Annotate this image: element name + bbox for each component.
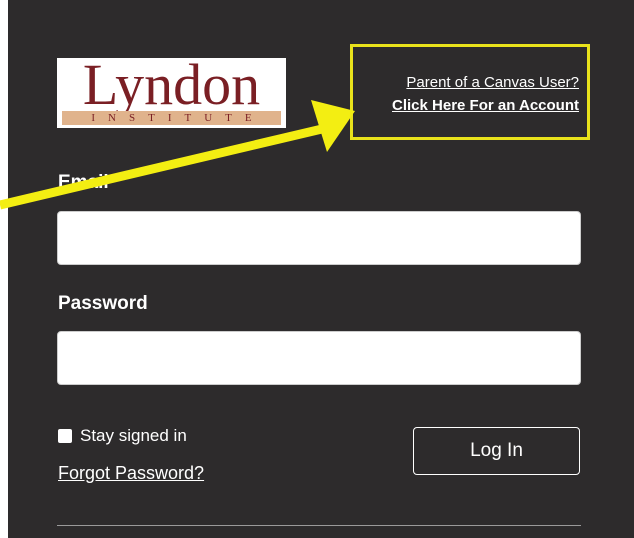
parent-account-highlight: Parent of a Canvas User? Click Here For … [350,44,590,140]
parent-account-link[interactable]: Click Here For an Account [353,97,579,114]
stay-signed-in-checkbox[interactable] [58,429,72,443]
logo-band: INSTITUTE [62,111,281,125]
stay-signed-in-row[interactable]: Stay signed in [58,426,187,446]
logo-wordmark: Lyndon [82,52,261,117]
stay-signed-in-label: Stay signed in [80,426,187,445]
parent-canvas-user-link[interactable]: Parent of a Canvas User? [353,74,579,91]
email-field[interactable] [57,211,581,265]
password-field[interactable] [57,331,581,385]
forgot-password-link[interactable]: Forgot Password? [58,463,204,484]
divider [57,525,581,526]
lyndon-institute-logo: Lyndon INSTITUTE [57,52,286,128]
password-label: Password [58,293,148,314]
login-button[interactable]: Log In [413,427,580,475]
email-label: Email [58,172,109,193]
